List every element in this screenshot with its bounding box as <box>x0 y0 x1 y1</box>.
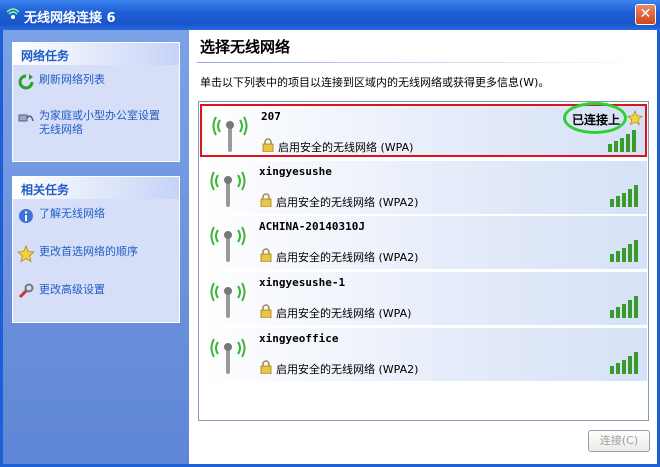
info-icon <box>19 209 33 223</box>
network-row[interactable]: xingyesushe-1 启用安全的无线网络 (WPA) <box>200 272 647 325</box>
network-row[interactable]: 207 启用安全的无线网络 (WPA) 已连接上 <box>200 102 647 157</box>
network-security: 启用安全的无线网络 (WPA2) <box>276 196 419 209</box>
antenna-icon <box>210 171 246 207</box>
signal-strength-icon <box>610 352 638 374</box>
lock-icon <box>260 193 272 207</box>
network-row[interactable]: xingyeoffice 启用安全的无线网络 (WPA2) <box>200 328 647 381</box>
change-advanced-settings-link[interactable]: 更改高级设置 <box>13 283 179 301</box>
signal-strength-icon <box>610 296 638 318</box>
antenna-icon <box>210 226 246 262</box>
signal-strength-icon <box>610 240 638 262</box>
lock-icon <box>260 304 272 318</box>
task-sidebar: 网络任务 刷新网络列表 为家庭或小型办公室设置无线网络 相关任务 了解无线网络 <box>3 30 189 464</box>
related-tasks-header: 相关任务 <box>13 177 179 199</box>
network-security: 启用安全的无线网络 (WPA2) <box>276 251 419 264</box>
network-row[interactable]: xingyesushe 启用安全的无线网络 (WPA2) <box>200 161 647 214</box>
learn-wireless-link[interactable]: 了解无线网络 <box>13 207 179 225</box>
page-title: 选择无线网络 <box>200 38 291 56</box>
antenna-icon <box>210 282 246 318</box>
network-security: 启用安全的无线网络 (WPA) <box>276 307 412 320</box>
refresh-icon <box>18 74 34 90</box>
network-list[interactable]: 207 启用安全的无线网络 (WPA) 已连接上 xingyesushe 启用安… <box>198 101 649 421</box>
network-name: 207 <box>261 110 281 123</box>
learn-wireless-label: 了解无线网络 <box>39 207 105 220</box>
network-name: ACHINA-20140310J <box>259 220 365 233</box>
network-setup-icon <box>18 114 34 122</box>
network-name: xingyesushe-1 <box>259 276 346 289</box>
network-security: 启用安全的无线网络 (WPA) <box>278 141 414 154</box>
change-preferred-order-label: 更改首选网络的顺序 <box>39 245 138 258</box>
instruction-text: 单击以下列表中的项目以连接到区域内的无线网络或获得更多信息(W)。 <box>200 76 550 89</box>
close-button[interactable]: ✕ <box>635 4 656 25</box>
signal-strength-icon <box>610 185 638 207</box>
network-row[interactable]: ACHINA-20140310J 启用安全的无线网络 (WPA2) <box>200 216 647 269</box>
connect-button[interactable]: 连接(C) <box>588 430 650 452</box>
refresh-network-list-link[interactable]: 刷新网络列表 <box>13 73 179 91</box>
network-name: xingyeoffice <box>259 332 339 345</box>
settings-icon <box>18 283 34 299</box>
lock-icon <box>260 248 272 262</box>
lock-icon <box>262 138 274 152</box>
main-panel: 选择无线网络 单击以下列表中的项目以连接到区域内的无线网络或获得更多信息(W)。… <box>189 30 657 464</box>
network-security: 启用安全的无线网络 (WPA2) <box>276 363 419 376</box>
title-divider <box>197 62 647 63</box>
preferred-star-icon <box>627 110 643 126</box>
star-icon <box>17 245 35 263</box>
antenna-icon <box>210 338 246 374</box>
network-tasks-header: 网络任务 <box>13 43 179 65</box>
antenna-icon <box>212 116 248 152</box>
network-name: xingyesushe <box>259 165 332 178</box>
wireless-network-icon <box>6 8 20 19</box>
refresh-network-list-label: 刷新网络列表 <box>39 73 105 86</box>
related-tasks-panel: 相关任务 了解无线网络 更改首选网络的顺序 更改高级设置 <box>12 176 180 323</box>
title-bar: 无线网络连接 6 ✕ <box>0 0 660 30</box>
signal-strength-icon <box>608 130 636 152</box>
lock-icon <box>260 360 272 374</box>
window-title: 无线网络连接 6 <box>24 11 116 26</box>
setup-home-network-label: 为家庭或小型办公室设置无线网络 <box>39 109 160 136</box>
change-advanced-settings-label: 更改高级设置 <box>39 283 105 296</box>
connection-status: 已连接上 <box>571 113 620 127</box>
change-preferred-order-link[interactable]: 更改首选网络的顺序 <box>13 245 179 263</box>
setup-home-network-link[interactable]: 为家庭或小型办公室设置无线网络 <box>13 109 179 137</box>
network-tasks-panel: 网络任务 刷新网络列表 为家庭或小型办公室设置无线网络 <box>12 42 180 162</box>
